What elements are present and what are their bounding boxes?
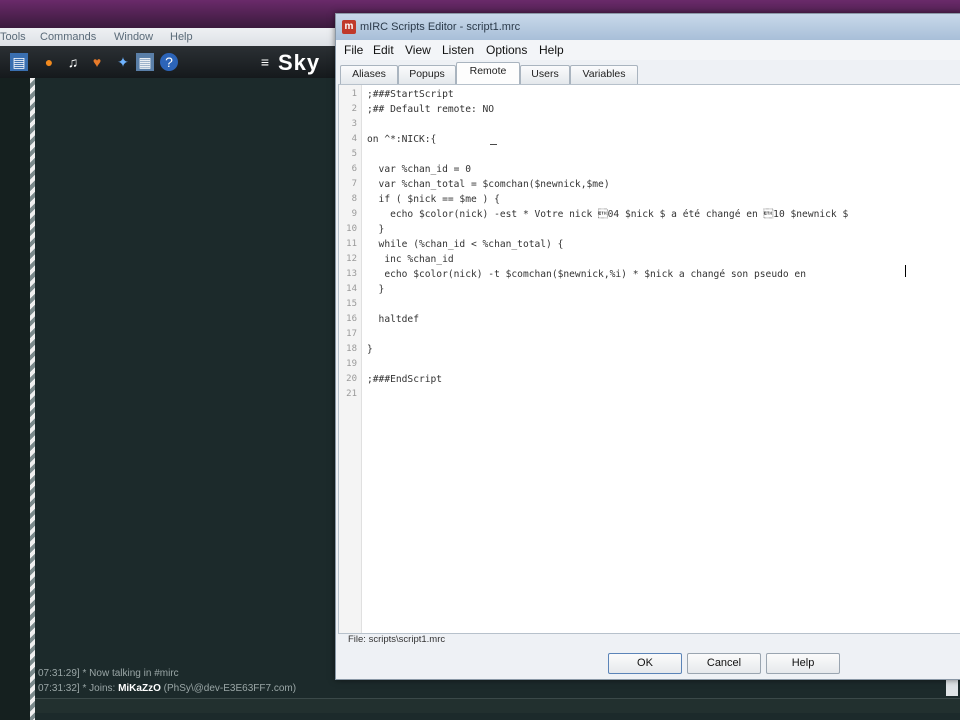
main-menubar: Tools Commands Window Help	[0, 28, 340, 46]
chat-input[interactable]	[35, 698, 960, 713]
folder-icon[interactable]: ▤	[10, 53, 28, 71]
help-button[interactable]: Help	[766, 653, 840, 674]
editor-title: mIRC Scripts Editor - script1.mrc	[360, 21, 521, 33]
menu-tools[interactable]: Tools	[0, 31, 26, 43]
firefox-icon[interactable]: ●	[40, 53, 58, 71]
main-toolbar: ▤ ● ♫ ♥ ✦ ▦ ? ≡ Sky	[0, 46, 340, 78]
code-line: }	[367, 344, 373, 355]
line-number: 17	[346, 329, 357, 339]
skype-logo[interactable]: Sky	[278, 50, 320, 76]
mirc-app-icon: m	[342, 20, 356, 34]
file-path-label: File: scripts\script1.mrc	[348, 634, 446, 645]
chat-line: 07:31:29] * Now talking in #mirc	[38, 668, 179, 679]
menu-window[interactable]: Window	[114, 31, 153, 43]
text-caret	[905, 265, 906, 277]
menu-file[interactable]: File	[344, 43, 363, 57]
grid-icon[interactable]: ▦	[136, 53, 154, 71]
line-number: 21	[346, 389, 357, 399]
code-line: ;###StartScript	[367, 89, 454, 100]
line-number: 14	[346, 284, 357, 294]
menu-commands[interactable]: Commands	[40, 31, 96, 43]
line-number: 9	[351, 209, 357, 219]
code-line: echo $color(nick) -est * Votre nick 04 …	[367, 209, 849, 220]
code-line: var %chan_id = 0	[367, 164, 471, 175]
tab-aliases[interactable]: Aliases	[340, 65, 398, 84]
chat-text: * Now talking in #mirc	[82, 668, 179, 679]
line-number: 10	[346, 224, 357, 234]
editor-tabs: Aliases Popups Remote Users Variables	[336, 62, 960, 85]
code-line: echo $color(nick) -t $comchan($newnick,%…	[367, 269, 806, 280]
code-line: inc %chan_id	[367, 254, 454, 265]
line-number: 12	[346, 254, 357, 264]
editor-menubar: File Edit View Listen Options Help	[336, 40, 960, 60]
tab-popups[interactable]: Popups	[398, 65, 456, 84]
code-line: }	[367, 284, 385, 295]
menu-help[interactable]: Help	[170, 31, 193, 43]
scripts-editor-dialog: m mIRC Scripts Editor - script1.mrc File…	[335, 13, 960, 680]
menu-view[interactable]: View	[405, 43, 431, 57]
code-line: ;###EndScript	[367, 374, 443, 385]
code-line: while (%chan_id < %chan_total) {	[367, 239, 564, 250]
line-number: 3	[351, 119, 357, 129]
music-note-icon[interactable]: ♫	[64, 53, 82, 71]
line-number: 4	[351, 134, 357, 144]
network-icon[interactable]: ✦	[114, 53, 132, 71]
menu-icon[interactable]: ≡	[256, 53, 274, 71]
chat-text: * Joins:	[82, 683, 119, 694]
menu-edit[interactable]: Edit	[373, 43, 394, 57]
chat-timestamp: 07:31:29]	[38, 668, 80, 679]
line-number: 11	[346, 239, 357, 249]
treebar[interactable]	[0, 78, 30, 720]
tab-users[interactable]: Users	[520, 65, 570, 84]
menu-options[interactable]: Options	[486, 43, 527, 57]
chat-line: 07:31:32] * Joins: MiKaZzO (PhSy\@dev-E3…	[38, 683, 296, 694]
chat-window[interactable]	[35, 78, 340, 720]
code-line: if ( $nick == $me ) {	[367, 194, 500, 205]
code-line: on ^*:NICK:{	[367, 134, 437, 145]
chat-timestamp: 07:31:32]	[38, 683, 80, 694]
ok-button[interactable]: OK	[608, 653, 682, 674]
line-number: 16	[346, 314, 357, 324]
line-number: 6	[351, 164, 357, 174]
chat-host: (PhSy\@dev-E3E63FF7.com)	[160, 683, 297, 694]
tab-remote[interactable]: Remote	[456, 62, 520, 85]
code-line: }	[367, 224, 385, 235]
line-number: 13	[346, 269, 357, 279]
code-line: ;## Default remote: NO	[367, 104, 495, 115]
text-cursor-icon: I	[486, 143, 498, 146]
code-line: haltdef	[367, 314, 419, 325]
editor-titlebar[interactable]: m mIRC Scripts Editor - script1.mrc	[336, 14, 960, 40]
chat-nick: MiKaZzO	[118, 683, 161, 694]
line-number: 2	[351, 104, 357, 114]
line-number: 19	[346, 359, 357, 369]
code-line: var %chan_total = $comchan($newnick,$me)	[367, 179, 610, 190]
line-number: 1	[351, 89, 357, 99]
line-number: 18	[346, 344, 357, 354]
line-number-gutter: 1 2 3 4 5 6 7 8 9 10 11 12 13 14 15 16 17 18 19 20 21	[339, 85, 362, 633]
menu-listen[interactable]: Listen	[442, 43, 474, 57]
help-icon[interactable]: ?	[160, 53, 178, 71]
code-editor[interactable]: 1 2 3 4 5 6 7 8 9 10 11 12 13 14 15 16 17 18 19 20 21 ;###St…	[338, 84, 960, 634]
line-number: 7	[351, 179, 357, 189]
line-number: 20	[346, 374, 357, 384]
tab-variables[interactable]: Variables	[570, 65, 638, 84]
line-number: 15	[346, 299, 357, 309]
line-number: 8	[351, 194, 357, 204]
bird-icon[interactable]: ♥	[88, 53, 106, 71]
cancel-button[interactable]: Cancel	[687, 653, 761, 674]
menu-help[interactable]: Help	[539, 43, 564, 57]
line-number: 5	[351, 149, 357, 159]
